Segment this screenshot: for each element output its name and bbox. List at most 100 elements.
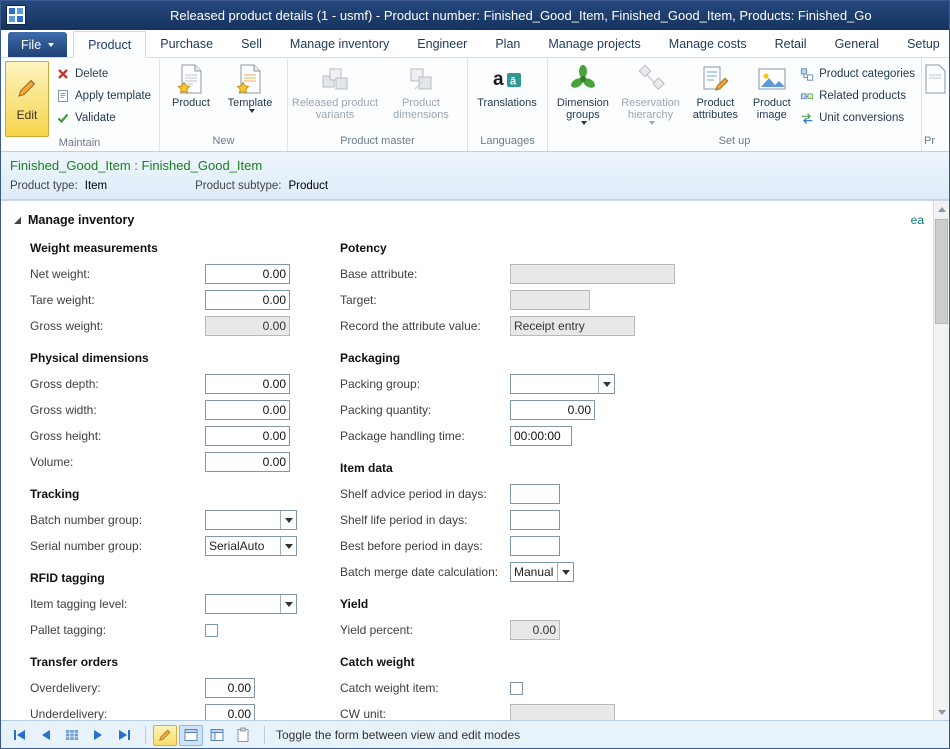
grid-view-button[interactable] [60, 725, 84, 746]
file-menu-label: File [21, 38, 41, 52]
partial-ribbon-button[interactable] [924, 60, 946, 134]
batch-number-group-select[interactable] [205, 510, 297, 530]
packing-group-select[interactable] [510, 374, 615, 394]
field-label: Serial number group: [30, 539, 205, 553]
last-record-button[interactable] [112, 725, 136, 746]
apply-template-button[interactable]: Apply template [56, 87, 151, 104]
product-dimensions-label: Product dimensions [380, 97, 462, 121]
translations-button[interactable]: aā Translations [470, 60, 544, 134]
field-row: Packing quantity: [340, 397, 675, 423]
field-label: Packing group: [340, 377, 510, 391]
gross-depth-input[interactable] [205, 374, 290, 394]
chevron-down-icon [48, 43, 54, 47]
catch-weight-item-checkbox[interactable] [510, 682, 523, 695]
field-row: Gross depth: [30, 371, 312, 397]
ribbon-group-partial: Pr [922, 58, 950, 151]
target-input [510, 290, 590, 310]
item-tagging-level-select[interactable] [205, 594, 297, 614]
new-template-button[interactable]: Template [220, 60, 280, 134]
underdelivery-input[interactable] [205, 704, 255, 720]
next-record-button[interactable] [86, 725, 110, 746]
field-label: Item tagging level: [30, 597, 205, 611]
new-product-label: Product [172, 97, 210, 109]
product-attributes-button[interactable]: Product attributes [685, 60, 745, 134]
overdelivery-input[interactable] [205, 678, 255, 698]
chevron-down-icon[interactable] [598, 375, 614, 393]
ribbon-group-set-up: Dimension groups Reservation hierarchy P… [548, 58, 922, 151]
tab-retail[interactable]: Retail [761, 30, 821, 57]
scroll-up-button[interactable] [934, 201, 949, 217]
edit-button[interactable]: Edit [5, 61, 49, 137]
tab-product[interactable]: Product [73, 31, 146, 58]
edit-button-label: Edit [17, 108, 38, 122]
chevron-down-icon[interactable] [280, 595, 296, 613]
edit-mode-toggle-button[interactable] [153, 725, 177, 746]
field-label: Tare weight: [30, 293, 205, 307]
product-categories-label: Product categories [819, 68, 915, 80]
tab-manage-costs[interactable]: Manage costs [655, 30, 761, 57]
unit-conversions-button[interactable]: Unit conversions [800, 109, 915, 126]
fasttab-manage-inventory[interactable]: Manage inventory [14, 211, 950, 229]
tare-weight-input[interactable] [205, 290, 290, 310]
package-handling-time-input[interactable] [510, 426, 572, 446]
separator [145, 726, 146, 744]
chevron-down-icon[interactable] [557, 563, 573, 581]
tab-manage-projects[interactable]: Manage projects [534, 30, 654, 57]
tab-setup[interactable]: Setup [893, 30, 950, 57]
heading-rfid-tagging: RFID tagging [30, 571, 312, 585]
form-view-button[interactable] [179, 725, 203, 746]
chevron-down-icon[interactable] [280, 537, 296, 555]
unit-conversions-label: Unit conversions [819, 112, 904, 124]
combo-value [511, 375, 598, 393]
tab-plan[interactable]: Plan [481, 30, 534, 57]
vertical-scrollbar[interactable] [933, 201, 949, 720]
layout-view-button[interactable] [205, 725, 229, 746]
related-products-button[interactable]: Related products [800, 87, 915, 104]
product-image-button[interactable]: Product image [745, 60, 798, 134]
batch-merge-date-calculation-select[interactable]: Manual [510, 562, 574, 582]
tab-purchase[interactable]: Purchase [146, 30, 227, 57]
new-product-button[interactable]: Product [162, 60, 220, 134]
field-label: Shelf life period in days: [340, 513, 510, 527]
group-label-product-master: Product master [290, 135, 465, 150]
shelf-advice-period-input[interactable] [510, 484, 560, 504]
translations-label: Translations [477, 97, 537, 109]
volume-input[interactable] [205, 452, 290, 472]
tab-engineer[interactable]: Engineer [403, 30, 481, 57]
reservation-hierarchy-icon [635, 63, 667, 95]
scrollbar-thumb[interactable] [935, 219, 948, 324]
chevron-down-icon [649, 121, 655, 125]
field-label: Package handling time: [340, 429, 510, 443]
heading-transfer-orders: Transfer orders [30, 655, 312, 669]
delete-button[interactable]: Delete [56, 65, 151, 82]
field-label: Record the attribute value: [340, 319, 510, 333]
pallet-tagging-checkbox[interactable] [205, 624, 218, 637]
tab-manage-inventory[interactable]: Manage inventory [276, 30, 403, 57]
first-record-button[interactable] [8, 725, 32, 746]
scroll-down-button[interactable] [934, 704, 949, 720]
file-menu-button[interactable]: File [8, 32, 67, 57]
shelf-life-period-input[interactable] [510, 510, 560, 530]
heading-yield: Yield [340, 597, 675, 611]
tab-general[interactable]: General [821, 30, 893, 57]
product-categories-button[interactable]: Product categories [800, 65, 915, 82]
field-label: Gross height: [30, 429, 205, 443]
field-row: CW unit: [340, 701, 675, 720]
heading-tracking: Tracking [30, 487, 312, 501]
packing-quantity-input[interactable] [510, 400, 595, 420]
net-weight-input[interactable] [205, 264, 290, 284]
field-label: CW unit: [340, 707, 510, 720]
serial-number-group-select[interactable]: SerialAuto [205, 536, 297, 556]
best-before-period-input[interactable] [510, 536, 560, 556]
gross-height-input[interactable] [205, 426, 290, 446]
gross-width-input[interactable] [205, 400, 290, 420]
tab-sell[interactable]: Sell [227, 30, 276, 57]
field-row: Batch number group: [30, 507, 312, 533]
svg-text:a: a [493, 69, 504, 90]
chevron-down-icon[interactable] [280, 511, 296, 529]
dimension-groups-button[interactable]: Dimension groups [550, 60, 616, 134]
validate-button[interactable]: Validate [56, 109, 151, 126]
yield-percent-input [510, 620, 560, 640]
previous-record-button[interactable] [34, 725, 58, 746]
attachments-button[interactable] [231, 725, 255, 746]
